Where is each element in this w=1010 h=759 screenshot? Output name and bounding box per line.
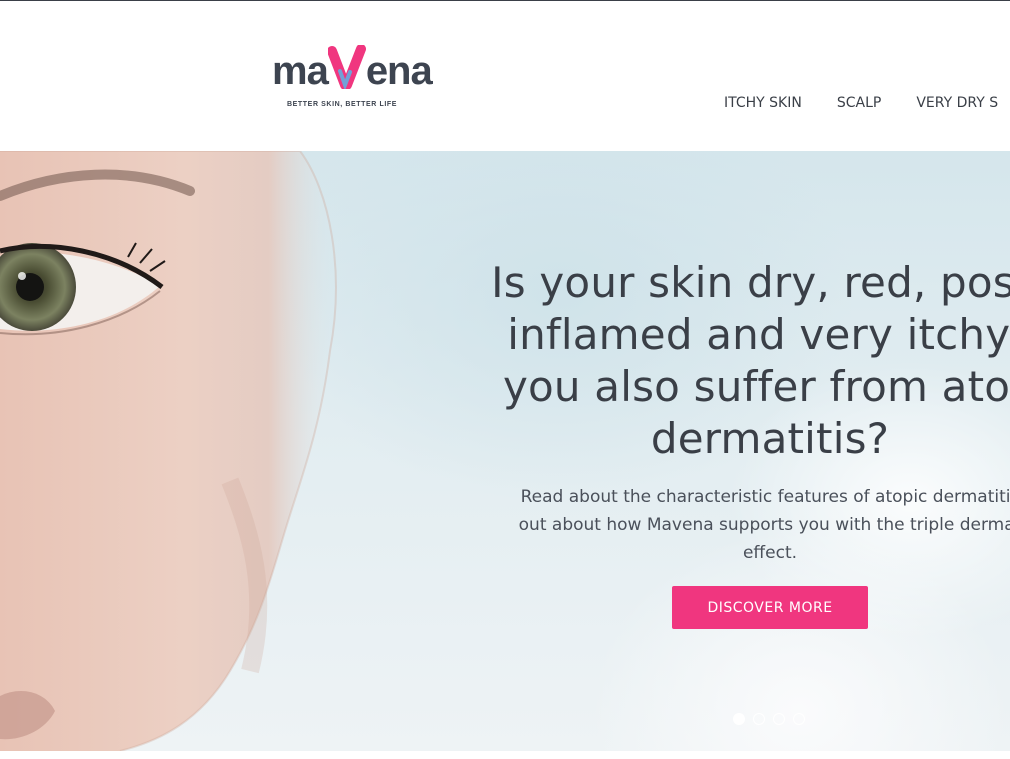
hero-description: Read about the characteristic features o… <box>440 483 1010 567</box>
hero-title-line: inflamed and very itchy? <box>507 310 1010 359</box>
hero-title-line: you also suffer from atop <box>502 362 1010 411</box>
logo-tagline: BETTER SKIN, BETTER LIFE <box>287 101 398 108</box>
logo-v-mark-icon: V <box>327 45 366 89</box>
logo-wordmark-prefix: ma <box>272 49 329 93</box>
slider-pagination <box>733 713 813 727</box>
hero-description-line: Read about the characteristic features o… <box>520 487 1010 507</box>
mavena-logo[interactable]: ma V ena BETTER SKIN, BETTER LIFE <box>272 43 442 115</box>
hero-face-image <box>0 151 337 751</box>
slider-dot-2[interactable] <box>753 713 765 725</box>
nav-item-very-dry-skin[interactable]: VERY DRY S <box>916 94 998 114</box>
site-header: ma V ena BETTER SKIN, BETTER LIFE ITCHY … <box>0 1 1010 151</box>
hero-content: Is your skin dry, red, possi inflamed an… <box>440 257 1010 567</box>
slider-dot-3[interactable] <box>773 713 785 725</box>
slider-dot-4[interactable] <box>793 713 805 725</box>
nav-item-scalp[interactable]: SCALP <box>837 94 881 114</box>
hero-slider: Is your skin dry, red, possi inflamed an… <box>0 151 1010 751</box>
nav-item-itchy-skin[interactable]: ITCHY SKIN <box>724 94 802 114</box>
logo-wordmark-suffix: ena <box>365 49 433 93</box>
hero-title-line: Is your skin dry, red, possi <box>491 258 1010 307</box>
hero-description-line: effect. <box>742 543 798 563</box>
page-below-hero <box>0 751 1010 759</box>
hero-description-line: out about how Mavena supports you with t… <box>518 515 1010 535</box>
main-nav: ITCHY SKIN SCALP VERY DRY S <box>724 94 1010 114</box>
logo-wordmark: ma V ena <box>272 45 433 93</box>
slider-dot-1[interactable] <box>733 713 745 725</box>
hero-title-line: dermatitis? <box>650 414 890 463</box>
hero-title: Is your skin dry, red, possi inflamed an… <box>440 257 1010 465</box>
discover-more-button[interactable]: DISCOVER MORE <box>672 586 868 629</box>
